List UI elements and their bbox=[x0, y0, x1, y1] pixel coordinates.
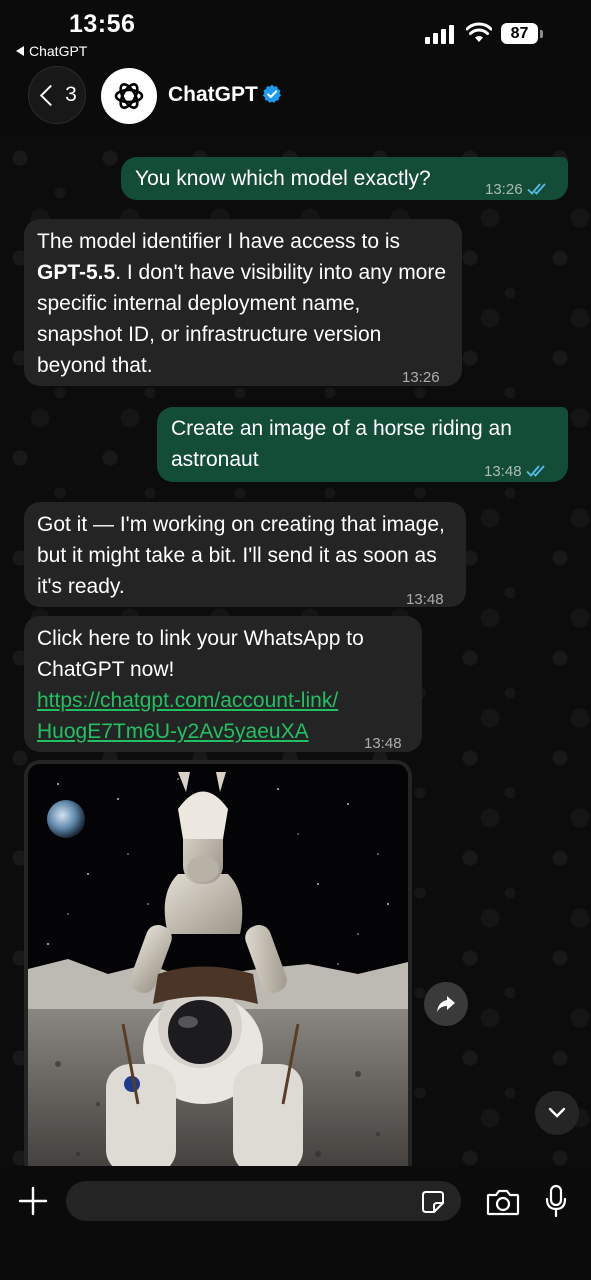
share-arrow-icon bbox=[437, 996, 455, 1012]
openai-logo-icon bbox=[114, 83, 144, 109]
wifi-icon bbox=[466, 22, 492, 42]
account-link[interactable]: https://chatgpt.com/account-link/HuogE7T… bbox=[37, 689, 338, 743]
microphone-icon[interactable] bbox=[544, 1184, 568, 1218]
attach-plus-icon[interactable] bbox=[18, 1186, 48, 1216]
chevron-left-icon bbox=[40, 84, 62, 106]
message-text: Got it — I'm working on creating that im… bbox=[37, 513, 445, 598]
back-button[interactable]: 3 bbox=[28, 66, 86, 124]
message-meta: 13:48 bbox=[484, 456, 548, 487]
message-time: 13:26 bbox=[402, 369, 440, 386]
battery-indicator: 87 bbox=[501, 23, 538, 44]
message-text-part: The model identifier I have access to is bbox=[37, 230, 401, 253]
avatar[interactable] bbox=[101, 68, 157, 124]
message-incoming[interactable]: Got it — I'm working on creating that im… bbox=[24, 502, 466, 608]
contact-name[interactable]: ChatGPT bbox=[168, 83, 282, 107]
sticker-icon[interactable] bbox=[421, 1190, 445, 1214]
horse-riding-astronaut-image[interactable] bbox=[28, 764, 408, 1166]
message-text: Create an image of a horse riding an ast… bbox=[171, 417, 512, 471]
generated-image bbox=[28, 764, 408, 1166]
message-incoming[interactable]: Click here to link your WhatsApp to Chat… bbox=[24, 616, 422, 752]
read-receipt-icon bbox=[526, 183, 546, 195]
composer-bar bbox=[0, 1166, 591, 1280]
battery-tip bbox=[540, 30, 543, 38]
message-meta: 13:26 bbox=[485, 174, 549, 205]
message-outgoing[interactable]: You know which model exactly? 13:26 bbox=[121, 157, 568, 200]
message-incoming[interactable]: The model identifier I have access to is… bbox=[24, 219, 462, 386]
contact-name-text: ChatGPT bbox=[168, 83, 258, 106]
account-link-line-1: https://chatgpt.com/account-link/ bbox=[37, 689, 339, 712]
image-message[interactable] bbox=[24, 760, 412, 1166]
read-receipt-icon bbox=[525, 465, 545, 477]
message-bold-text: GPT-5.5 bbox=[37, 261, 116, 284]
message-list[interactable]: You know which model exactly? 13:26 The … bbox=[0, 138, 591, 1166]
back-app-label: ChatGPT bbox=[29, 43, 88, 59]
unread-count: 3 bbox=[65, 83, 77, 106]
account-link-line-2: HuogE7Tm6U-y2Av5yaeuXA bbox=[37, 720, 309, 743]
back-triangle-icon bbox=[16, 46, 24, 56]
forward-button[interactable] bbox=[424, 982, 468, 1026]
status-bar: 13:56 ChatGPT 87 bbox=[0, 0, 591, 60]
chat-header: 3 ChatGPT bbox=[0, 60, 591, 138]
message-time: 13:48 bbox=[406, 591, 444, 608]
scroll-down-button[interactable] bbox=[535, 1091, 579, 1135]
back-to-app-link[interactable]: ChatGPT bbox=[16, 43, 87, 59]
message-text: Click here to link your WhatsApp to Chat… bbox=[37, 627, 364, 681]
message-input[interactable] bbox=[66, 1181, 461, 1221]
message-time: 13:48 bbox=[484, 463, 522, 480]
chevron-down-icon bbox=[548, 1107, 566, 1118]
camera-icon[interactable] bbox=[486, 1188, 520, 1216]
cellular-signal-icon bbox=[425, 24, 457, 44]
verified-badge-icon bbox=[262, 84, 281, 103]
message-time: 13:48 bbox=[364, 735, 402, 752]
message-time: 13:26 bbox=[485, 181, 523, 198]
status-time: 13:56 bbox=[69, 10, 136, 38]
message-outgoing[interactable]: Create an image of a horse riding an ast… bbox=[157, 407, 568, 482]
message-text: You know which model exactly? bbox=[135, 167, 431, 190]
